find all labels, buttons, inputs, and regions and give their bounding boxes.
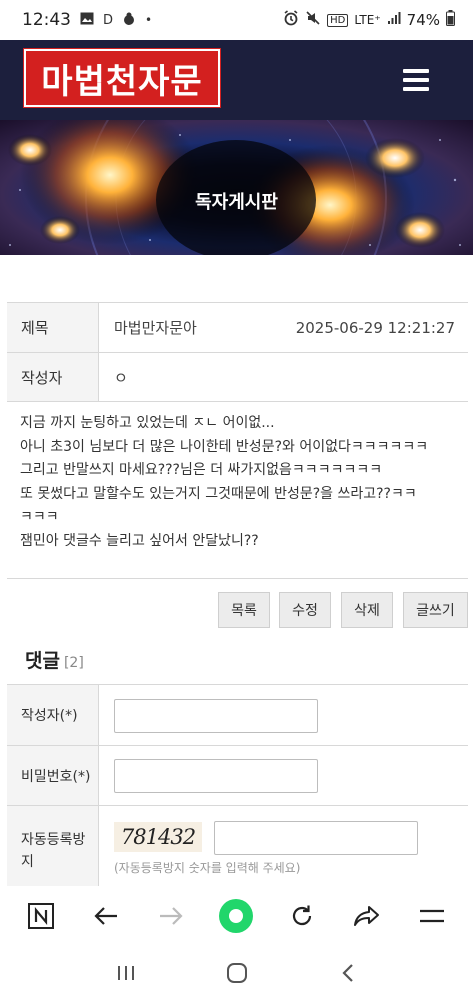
- browser-toolbar: [0, 886, 473, 946]
- post-body: 지금 까지 눈팅하고 있었는데 ㅈㄴ 어이없... 아니 초3이 님보다 더 많…: [20, 412, 460, 553]
- site-logo[interactable]: 마법천자문: [23, 48, 221, 108]
- hd-icon: HD: [327, 13, 349, 27]
- captcha-hint: (자동등록방지 숫자를 입력해 주세요): [114, 861, 301, 875]
- network-type: LTE⁺: [354, 13, 381, 27]
- comment-author-input[interactable]: [114, 699, 318, 733]
- post-title-row: 제목 마법만자문아 2025-06-29 12:21:27: [7, 303, 468, 353]
- signal-icon: [387, 11, 401, 29]
- site-header: 마법천자문: [0, 40, 473, 120]
- naver-home-icon[interactable]: [21, 896, 61, 936]
- post-body-line: ㅋㅋㅋ: [20, 509, 59, 525]
- post-body-line: 잼민아 댓글수 늘리고 싶어서 안달났니??: [20, 532, 259, 549]
- post-author-row: 작성자 ㅇ: [7, 353, 468, 402]
- gallery-icon: [80, 12, 94, 28]
- comment-count: [2]: [63, 655, 84, 671]
- back-arrow-icon[interactable]: [86, 896, 126, 936]
- app-notification-icon: [122, 12, 136, 29]
- list-button[interactable]: 목록: [218, 592, 270, 628]
- comment-password-label: 비밀번호(*): [7, 746, 99, 805]
- comment-heading: 댓글 [2]: [25, 646, 84, 673]
- banner-title: 독자게시판: [195, 192, 278, 213]
- forward-arrow-icon[interactable]: [151, 896, 191, 936]
- post-title: 마법만자문아: [114, 319, 197, 337]
- post-author: ㅇ: [114, 368, 128, 387]
- hamburger-menu-icon[interactable]: [403, 69, 429, 91]
- mute-icon: [305, 10, 321, 30]
- comment-author-row: 작성자(*): [7, 685, 468, 746]
- battery-icon: [446, 10, 455, 30]
- captcha-label: 자동등록방지: [7, 806, 99, 887]
- post-author-label: 작성자: [7, 353, 99, 401]
- post-body-line: 그리고 반말쓰지 마세요???님은 더 싸가지없음ㅋㅋㅋㅋㅋㅋㅋ: [20, 462, 383, 478]
- captcha-row: 자동등록방지 781432 (자동등록방지 숫자를 입력해 주세요): [7, 806, 468, 888]
- alarm-icon: [283, 10, 299, 30]
- menu-lines-icon[interactable]: [412, 896, 452, 936]
- post-info-table: 제목 마법만자문아 2025-06-29 12:21:27 작성자 ㅇ: [7, 302, 468, 402]
- post-date: 2025-06-29 12:21:27: [295, 318, 455, 337]
- recent-apps-icon[interactable]: [106, 953, 146, 993]
- status-time: 12:43: [22, 10, 71, 30]
- system-nav-bar: [0, 946, 473, 1000]
- back-icon[interactable]: [328, 953, 368, 993]
- captcha-input[interactable]: [214, 821, 418, 855]
- post-title-label: 제목: [7, 303, 99, 352]
- comment-author-label: 작성자(*): [7, 685, 99, 745]
- d-app-icon: D: [103, 12, 114, 28]
- battery-percent: 74%: [406, 11, 440, 29]
- write-button[interactable]: 글쓰기: [403, 592, 468, 628]
- comment-heading-label: 댓글: [25, 650, 60, 672]
- divider: [7, 578, 468, 579]
- comment-password-row: 비밀번호(*): [7, 746, 468, 806]
- post-body-line: 지금 까지 눈팅하고 있었는데 ㅈㄴ 어이없...: [20, 415, 275, 431]
- edit-button[interactable]: 수정: [279, 592, 331, 628]
- comment-form: 작성자(*) 비밀번호(*) 자동등록방지 781432 (자동등록방지 숫자를…: [7, 684, 468, 888]
- green-dot-icon[interactable]: [216, 896, 256, 936]
- post-body-line: 아니 초3이 님보다 더 많은 나이한테 반성문?와 어이없다ㅋㅋㅋㅋㅋㅋ: [20, 438, 429, 455]
- captcha-image: 781432: [114, 822, 202, 852]
- post-body-line: 또 못썼다고 말할수도 있는거지 그것때문에 반성문?을 쓰라고??ㅋㅋ: [20, 485, 417, 502]
- home-icon[interactable]: [217, 953, 257, 993]
- delete-button[interactable]: 삭제: [341, 592, 393, 628]
- refresh-icon[interactable]: [282, 896, 322, 936]
- share-icon[interactable]: [347, 896, 387, 936]
- board-banner: 독자게시판: [0, 120, 473, 255]
- status-bar: 12:43 D • HD LTE⁺ 74%: [0, 0, 473, 40]
- comment-password-input[interactable]: [114, 759, 318, 793]
- more-notifications-icon: •: [145, 13, 153, 27]
